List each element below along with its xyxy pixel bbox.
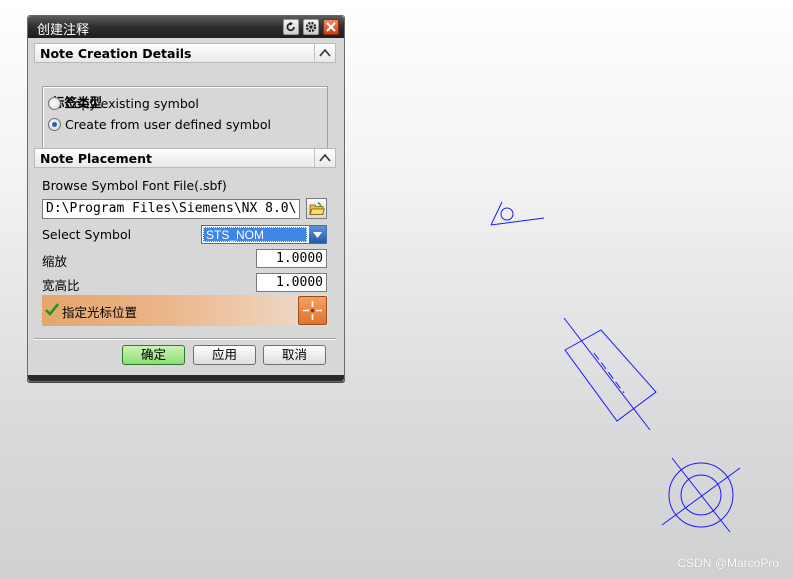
radio-button[interactable] [48, 118, 61, 131]
specify-cursor-location-row[interactable]: 指定光标位置 [42, 295, 328, 326]
aspect-ratio-input[interactable]: 1.0000 [256, 273, 327, 292]
cursor-location-label: 指定光标位置 [62, 305, 138, 320]
section-title: Note Placement [40, 151, 152, 166]
symbol-circle [500, 207, 514, 221]
browse-font-label: Browse Symbol Font File(.sbf) [42, 178, 227, 193]
dropdown-arrow[interactable] [309, 226, 326, 243]
chevron-down-icon [313, 232, 322, 238]
collapse-button[interactable] [314, 149, 335, 167]
browse-button[interactable] [306, 198, 327, 219]
concentric-circle-symbol[interactable] [661, 457, 741, 533]
select-symbol-label: Select Symbol [42, 227, 132, 242]
crosshair-icon [303, 301, 322, 320]
radio-label: Copy existing symbol [65, 96, 199, 111]
footer-divider [34, 338, 336, 339]
close-button[interactable] [323, 19, 339, 35]
symbol-dropdown[interactable]: STS_NOM [201, 225, 327, 244]
dialog-bottom-border [28, 375, 344, 381]
chevron-up-icon [319, 48, 331, 57]
symbol-diagonal-a [661, 467, 741, 526]
check-icon [45, 303, 59, 316]
settings-button[interactable] [303, 19, 319, 35]
settings-icon [305, 21, 317, 33]
scale-label: 缩放 [42, 254, 68, 269]
section-header-note-placement[interactable]: Note Placement [34, 148, 336, 168]
datum-feature-symbol[interactable] [563, 317, 657, 431]
folder-open-icon [309, 202, 325, 215]
collapse-button[interactable] [314, 44, 335, 62]
font-file-path-input[interactable]: D:\Program Files\Siemens\NX 8.0\ [42, 199, 300, 219]
radio-button[interactable] [48, 97, 61, 110]
surface-finish-symbol[interactable] [490, 201, 545, 226]
section-title: Note Creation Details [40, 46, 192, 61]
symbol-leader-line [563, 317, 651, 431]
point-dialog-button[interactable] [298, 296, 327, 325]
reset-button[interactable] [283, 19, 299, 35]
ok-button[interactable]: 确定 [122, 345, 185, 365]
symbol-center-dash [593, 352, 625, 394]
section-header-note-creation[interactable]: Note Creation Details [34, 43, 336, 63]
watermark: CSDN @MarcoPro [677, 556, 779, 570]
close-icon [326, 22, 336, 32]
aspect-ratio-label: 宽高比 [42, 278, 80, 293]
radio-label: Create from user defined symbol [65, 117, 271, 132]
cancel-button[interactable]: 取消 [263, 345, 326, 365]
chevron-up-icon [319, 153, 331, 162]
dropdown-value: STS_NOM [203, 227, 307, 242]
reset-icon [286, 21, 295, 32]
create-note-dialog: 创建注释 Note Creation Details 标签类型 Copy exi… [27, 15, 345, 382]
apply-button[interactable]: 应用 [193, 345, 256, 365]
dialog-title: 创建注释 [37, 23, 90, 38]
symbol-angle [490, 201, 545, 226]
title-bar[interactable]: 创建注释 [28, 16, 344, 38]
scale-input[interactable]: 1.0000 [256, 249, 327, 268]
